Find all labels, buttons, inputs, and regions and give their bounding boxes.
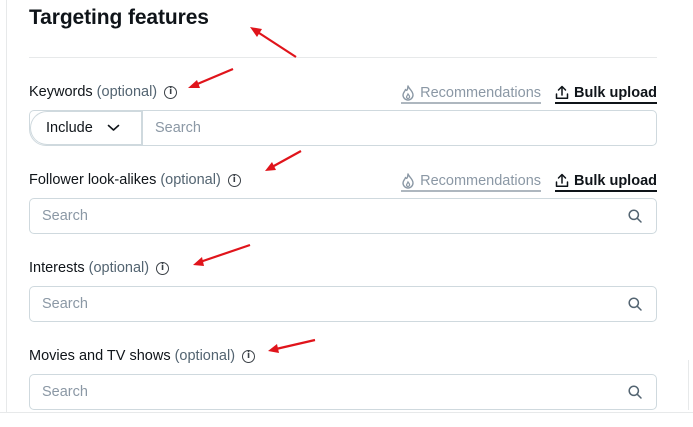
movies-tv-search-input[interactable]: Search xyxy=(29,374,657,410)
annotation-arrow-keywords xyxy=(188,67,234,88)
info-icon[interactable]: i xyxy=(227,173,241,187)
bulk-upload-label: Bulk upload xyxy=(574,172,657,189)
flame-icon xyxy=(401,172,415,189)
search-placeholder: Search xyxy=(42,384,88,400)
movies-tv-label-row: Movies and TV shows (optional) i xyxy=(29,345,256,367)
info-icon[interactable]: i xyxy=(164,85,178,99)
search-icon xyxy=(627,208,643,224)
interests-search-input[interactable]: Search xyxy=(29,286,657,322)
panel-right-border xyxy=(688,360,689,410)
bulk-upload-label: Bulk upload xyxy=(574,84,657,101)
follower-lookalikes-label: Follower look-alikes xyxy=(29,172,157,188)
annotation-arrow-follower-lookalikes xyxy=(265,150,302,171)
interests-optional-label: (optional) xyxy=(88,260,150,276)
keywords-label: Keywords xyxy=(29,84,93,100)
recommendations-label: Recommendations xyxy=(420,84,542,101)
follower-lookalikes-search-input[interactable]: Search xyxy=(29,198,657,234)
follower-lookalikes-recommendations-button[interactable]: Recommendations xyxy=(401,172,542,192)
movies-tv-optional-label: (optional) xyxy=(174,348,236,364)
keywords-actions: Recommendations Bulk upload xyxy=(401,82,657,106)
keywords-recommendations-button[interactable]: Recommendations xyxy=(401,84,542,104)
search-icon xyxy=(627,296,643,312)
info-icon[interactable]: i xyxy=(242,349,256,363)
annotation-arrow-interests xyxy=(193,243,251,266)
interests-label: Interests xyxy=(29,260,85,276)
search-placeholder: Search xyxy=(42,208,88,224)
upload-icon xyxy=(555,173,569,188)
keywords-input-group: Include Search xyxy=(29,110,657,146)
keywords-optional-label: (optional) xyxy=(96,84,158,100)
annotation-arrow-title xyxy=(250,27,297,58)
targeting-features-panel: Targeting features Keywords (optional) i… xyxy=(0,0,693,427)
section-divider xyxy=(29,57,657,58)
recommendations-label: Recommendations xyxy=(420,172,542,189)
follower-lookalikes-label-row: Follower look-alikes (optional) i xyxy=(29,169,241,191)
info-icon[interactable]: i xyxy=(156,261,170,275)
upload-icon xyxy=(555,85,569,100)
annotation-arrow-movies-tv xyxy=(268,338,316,353)
follower-lookalikes-bulk-upload-button[interactable]: Bulk upload xyxy=(555,173,657,192)
section-title: Targeting features xyxy=(29,6,209,29)
movies-tv-label: Movies and TV shows xyxy=(29,348,171,364)
keywords-search-input[interactable]: Search xyxy=(155,120,201,136)
panel-bottom-border xyxy=(0,412,693,413)
search-placeholder: Search xyxy=(42,296,88,312)
keywords-bulk-upload-button[interactable]: Bulk upload xyxy=(555,85,657,104)
search-icon xyxy=(627,384,643,400)
chevron-down-icon xyxy=(107,124,120,132)
flame-icon xyxy=(401,84,415,101)
include-select-value: Include xyxy=(46,120,93,136)
follower-lookalikes-optional-label: (optional) xyxy=(160,172,221,188)
follower-lookalikes-actions: Recommendations Bulk upload xyxy=(401,170,657,194)
keywords-label-row: Keywords (optional) i xyxy=(29,81,178,103)
keywords-include-select[interactable]: Include xyxy=(30,111,143,145)
panel-left-border xyxy=(6,0,7,412)
interests-label-row: Interests (optional) i xyxy=(29,257,170,279)
